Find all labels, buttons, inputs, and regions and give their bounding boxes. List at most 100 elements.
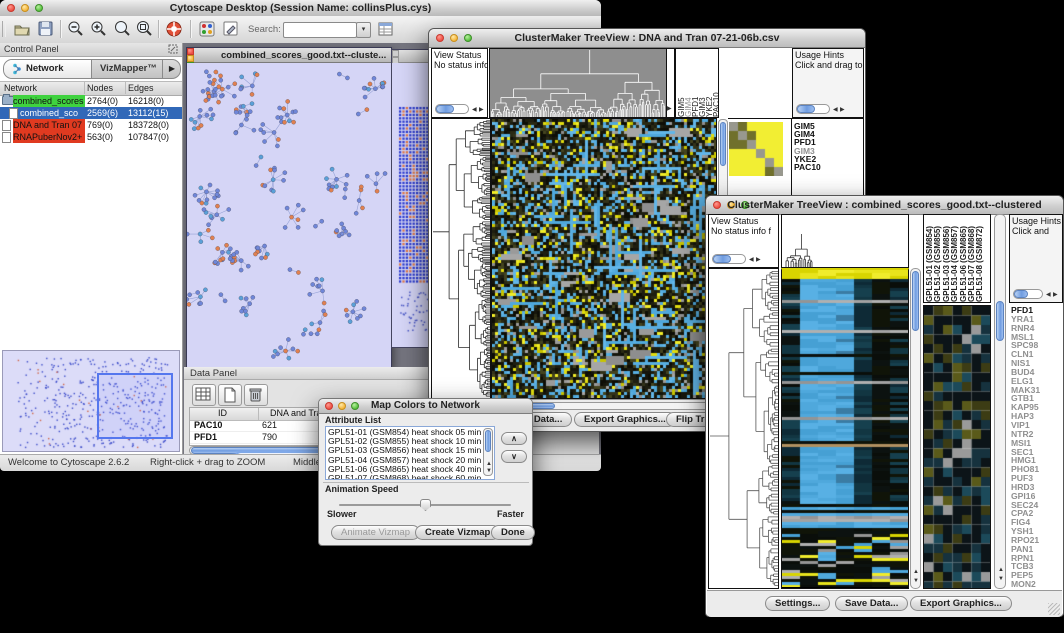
usage-hints-title: Usage Hints [1012, 216, 1061, 226]
open-file-button[interactable] [12, 19, 32, 39]
column-label: GPL51-08 (GSM872) [976, 217, 984, 302]
id-column-header[interactable]: ID [218, 408, 227, 418]
help-button[interactable] [164, 19, 184, 39]
tab-network-label: Network [26, 63, 63, 74]
col-network[interactable]: Network [4, 83, 37, 93]
treeview-dna-titlebar[interactable]: ClusterMaker TreeView : DNA and Tran 07-… [429, 29, 865, 48]
tab-vizmapper[interactable]: VizMapper™ [92, 60, 162, 78]
attribute-list-item[interactable]: GPL51-07 (GSM868) heat shock 60 min [328, 474, 480, 480]
desktop: Cytoscape Desktop (Session Name: collins… [0, 0, 1064, 633]
view-status-panel: View Status No status info f ◀▶ [708, 214, 779, 268]
control-panel-title: Control Panel [4, 44, 59, 54]
attribute-list-scrollbar[interactable]: ▲ ▼ [483, 428, 493, 476]
column-label: PAC10 [713, 51, 719, 117]
heatmap-vscrollbar[interactable]: ▲ ▼ [910, 268, 921, 589]
right-panel-vscrollbar[interactable]: ▲ ▼ [994, 214, 1006, 589]
annotation-button[interactable] [221, 19, 241, 39]
network-view-title: combined_scores_good.txt--cluste... [221, 50, 389, 61]
zoom-selected-button[interactable] [134, 19, 154, 39]
attribute-list-label: Attribute List [325, 415, 381, 425]
animation-speed-slider[interactable] [339, 499, 511, 513]
treeview-combined-title: ClusterMaker TreeView : combined_scores_… [706, 199, 1063, 211]
row-labels: GIM5GIM4PFD1GIM3YKE2PAC10 [794, 122, 821, 171]
network-row[interactable]: combined_sco 2569(6) 13112(15) [0, 107, 182, 119]
network-tab-icon [12, 63, 22, 75]
search-dropdown-button[interactable]: ▾ [356, 22, 371, 38]
heatmap-panel[interactable] [781, 268, 909, 589]
view-status-text: No status info f [434, 60, 488, 70]
resize-grip[interactable] [1048, 603, 1060, 615]
network-row[interactable]: RNAPuberNov2+ 563(0) 107847(0) [0, 131, 182, 143]
column-dendrogram-panel[interactable] [489, 48, 667, 118]
zoom-out-button[interactable] [66, 19, 86, 39]
view-status-text: No status info f [711, 226, 771, 236]
dendrogram-gutter: ▶ [667, 48, 675, 118]
done-button[interactable]: Done [491, 525, 535, 540]
network-overview-panel [2, 350, 180, 452]
slider-thumb[interactable] [420, 499, 431, 511]
move-up-button[interactable]: ∧ [501, 432, 527, 445]
view-status-title: View Status [434, 50, 481, 60]
treeview-combined-buttonbar: Settings... Save Data... Export Graphics… [707, 590, 1062, 617]
usage-hints-title: Usage Hints [795, 50, 844, 60]
close-icon[interactable] [392, 50, 399, 57]
move-down-button[interactable]: ∨ [501, 450, 527, 463]
close-icon[interactable] [187, 48, 194, 55]
column-dendrogram-panel[interactable] [781, 214, 909, 268]
attribute-browser-button[interactable] [376, 19, 396, 39]
panel-tabs: Network VizMapper™ ▶ [3, 59, 181, 79]
row-dendrogram-panel[interactable] [431, 118, 491, 399]
col-edges[interactable]: Edges [128, 83, 154, 93]
minimize-icon[interactable] [187, 55, 194, 62]
delete-attribute-button[interactable] [244, 384, 268, 406]
network-view-titlebar[interactable]: combined_scores_good.txt--cluste... [187, 48, 391, 63]
search-input[interactable] [283, 22, 357, 38]
main-titlebar[interactable]: Cytoscape Desktop (Session Name: collins… [0, 0, 601, 17]
float-panel-icon[interactable] [168, 44, 178, 54]
column-labels: GIM5GIM4PFD1GIM3YKE2PAC10 [678, 51, 719, 117]
save-button[interactable] [36, 19, 56, 39]
select-attributes-button[interactable] [192, 384, 216, 406]
view-status-panel: View Status No status info f ◀▶ [431, 48, 488, 118]
usage-hints-panel: Usage Hints Click and ◀▶ [1009, 214, 1063, 303]
gene-labels-panel: PFD1YRA1RNR4MSL1SPC98CLN1NIS1BUD4ELG1MAK… [1009, 305, 1063, 589]
row-dendrogram-panel[interactable] [708, 268, 779, 589]
heatmap-panel[interactable] [491, 118, 717, 399]
tab-vizmapper-label: VizMapper™ [100, 63, 157, 74]
column-label: GPL51-04 (GSM857) [951, 217, 959, 302]
mini-correlation-heatmap [729, 122, 783, 176]
settings-button[interactable]: Settings... [765, 596, 830, 611]
network-row[interactable]: combined_scores 2764(0) 16218(0) [0, 95, 182, 107]
column-labels-panel: GPL51-01 (GSM854)GPL51-02 (GSM855)GPL51-… [923, 214, 991, 303]
map-colors-titlebar[interactable]: Map Colors to Network [319, 399, 532, 414]
slower-label: Slower [327, 509, 357, 519]
global-heatmap-panel[interactable] [923, 305, 991, 589]
create-vizmap-button[interactable]: Create Vizmap [415, 525, 500, 540]
col-nodes[interactable]: Nodes [87, 83, 113, 93]
gene-labels: PFD1YRA1RNR4MSL1SPC98CLN1NIS1BUD4ELG1MAK… [1011, 306, 1040, 589]
treeview-combined-titlebar[interactable]: ClusterMaker TreeView : combined_scores_… [706, 196, 1063, 215]
attribute-list[interactable]: GPL51-01 (GSM854) heat shock 05 minGPL51… [325, 426, 495, 480]
overview-viewport-rect[interactable] [97, 373, 173, 439]
export-graphics-button[interactable]: Export Graphics... [574, 412, 676, 427]
animate-vizmap-button[interactable]: Animate Vizmap [331, 525, 420, 540]
usage-hints-panel: Usage Hints Click and drag to ◀▶ [792, 48, 864, 118]
control-panel: Control Panel Network VizMapper™ ▶ Netwo… [0, 43, 183, 454]
window-title: Cytoscape Desktop (Session Name: collins… [0, 2, 601, 14]
zoom-in-button[interactable] [89, 19, 109, 39]
animation-speed-label: Animation Speed [325, 484, 399, 494]
export-graphics-button[interactable]: Export Graphics... [910, 596, 1012, 611]
column-labels: GPL51-01 (GSM854)GPL51-02 (GSM855)GPL51-… [926, 217, 985, 302]
vizmapper-button[interactable] [197, 19, 217, 39]
network-row[interactable]: DNA and Tran 07 769(0) 183728(0) [0, 119, 182, 131]
map-colors-dialog: Map Colors to Network Attribute List GPL… [318, 398, 533, 546]
create-attribute-button[interactable] [218, 384, 242, 406]
tab-network[interactable]: Network [4, 60, 92, 78]
network-table-header: Network Nodes Edges [0, 81, 182, 96]
zoom-fit-button[interactable] [112, 19, 132, 39]
status-zoom-hint: Right-click + drag to ZOOM [150, 457, 265, 468]
network-canvas[interactable] [187, 63, 389, 365]
tab-overflow-button[interactable]: ▶ [162, 60, 181, 78]
faster-label: Faster [497, 509, 524, 519]
save-data-button[interactable]: Save Data... [835, 596, 908, 611]
